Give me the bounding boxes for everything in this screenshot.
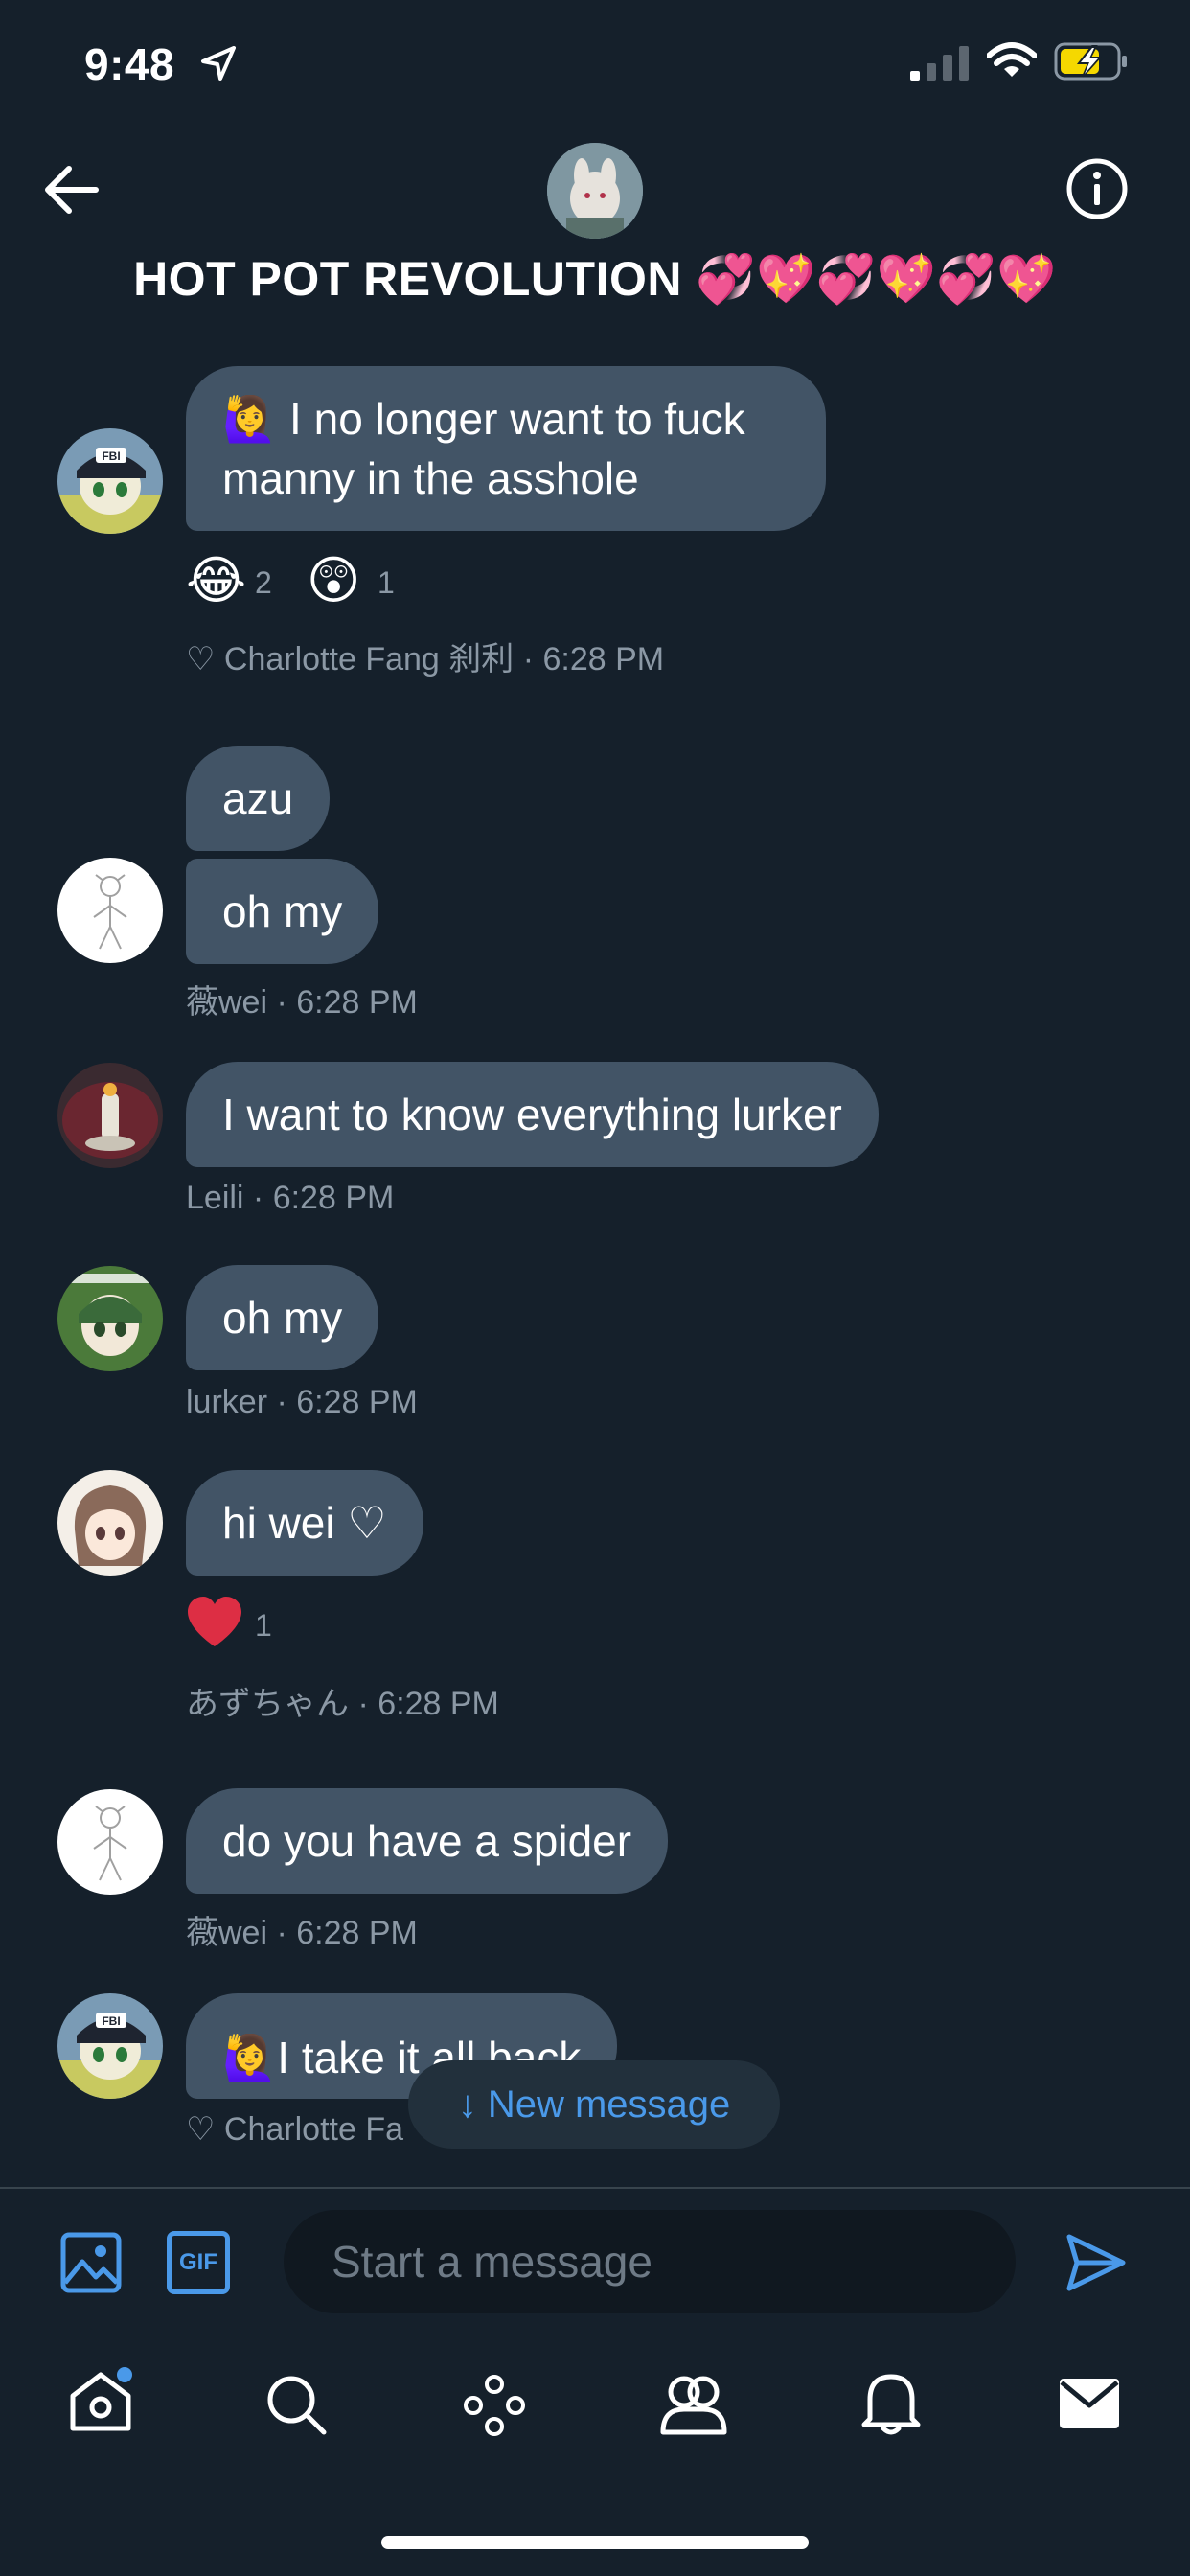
image-icon[interactable] [59, 2231, 123, 2294]
composer-divider [0, 2187, 1190, 2189]
avatar-image: FBI [57, 428, 163, 534]
message-bubble[interactable]: I want to know everything lurker [186, 1062, 879, 1167]
reaction-astonished[interactable]: 😲 [307, 552, 360, 610]
avatar-wei[interactable] [57, 1789, 163, 1895]
avatar-image [57, 858, 163, 963]
avatar-charlotte[interactable]: FBI [57, 1993, 163, 2099]
svg-text:FBI: FBI [102, 2014, 120, 2028]
avatar-image [57, 1789, 163, 1895]
battery-charging-icon [1054, 42, 1127, 80]
heart-icon [188, 1597, 241, 1646]
signal-icon [910, 46, 969, 80]
message-meta: lurker · 6:28 PM [186, 1384, 418, 1420]
message-text: do you have a spider [222, 1816, 632, 1866]
home-icon[interactable] [67, 2367, 134, 2434]
message-text: azu [222, 773, 294, 823]
reaction-count: 1 [255, 1608, 272, 1643]
avatar-leili[interactable] [57, 1063, 163, 1168]
reaction-count: 2 [255, 565, 272, 600]
avatar-wei[interactable] [57, 858, 163, 963]
message-meta: 薇wei · 6:28 PM [186, 1915, 418, 1951]
message-text: I want to know everything lurker [222, 1090, 842, 1139]
group-avatar[interactable] [547, 143, 643, 239]
message-meta: ♡ Charlotte Fang 刹利 · 6:28 PM [186, 641, 665, 678]
message-bubble[interactable]: oh my [186, 859, 379, 964]
message-text: oh my [222, 886, 343, 936]
message-meta: Leili · 6:28 PM [186, 1180, 395, 1216]
message-meta: ♡ Charlotte Fa [186, 2111, 404, 2148]
message-bubble[interactable]: hi wei ♡ [186, 1470, 423, 1576]
send-icon[interactable] [1065, 2233, 1127, 2292]
avatar-image [57, 1470, 163, 1576]
back-arrow-icon[interactable] [42, 163, 100, 217]
mail-icon[interactable] [1058, 2377, 1121, 2430]
message-bubble[interactable]: 🙋‍♀️ I no longer want to fuck manny in t… [186, 366, 826, 531]
conversation-title: HOT POT REVOLUTION 💞💖💞💖💞💖 [133, 252, 1057, 306]
message-bubble[interactable]: azu [186, 746, 331, 851]
reaction-heart[interactable] [186, 1597, 243, 1653]
info-icon[interactable] [1065, 157, 1129, 220]
bell-icon[interactable] [860, 2369, 922, 2436]
new-message-button[interactable]: ↓ New message [408, 2060, 780, 2149]
message-bubble[interactable]: do you have a spider [186, 1788, 669, 1894]
search-icon[interactable] [264, 2373, 328, 2436]
status-time: 9:48 [84, 39, 175, 89]
message-text: oh my [222, 1293, 343, 1343]
location-arrow-icon [201, 46, 236, 80]
avatar-image: FBI [57, 1993, 163, 2099]
avatar-charlotte[interactable]: FBI [57, 428, 163, 534]
message-text: hi wei ♡ [222, 1498, 387, 1548]
wifi-icon [987, 42, 1037, 77]
home-indicator [381, 2536, 809, 2549]
avatar-lurker[interactable] [57, 1266, 163, 1371]
message-bubble[interactable]: oh my [186, 1265, 379, 1370]
spaces-icon[interactable] [462, 2373, 527, 2436]
avatar-azuchan[interactable] [57, 1470, 163, 1576]
svg-text:FBI: FBI [102, 449, 120, 463]
gif-icon[interactable]: GIF [167, 2231, 230, 2294]
avatar-image [57, 1266, 163, 1371]
communities-icon[interactable] [659, 2371, 728, 2436]
message-text: 🙋‍♀️ I no longer want to fuck manny in t… [222, 394, 745, 503]
message-meta: あずちゃん · 6:28 PM [186, 1686, 499, 1722]
group-avatar-image [547, 143, 643, 239]
message-input[interactable]: Start a message [284, 2210, 1016, 2313]
gif-label: GIF [179, 2249, 217, 2275]
message-meta: 薇wei · 6:28 PM [186, 984, 418, 1021]
avatar-image [57, 1063, 163, 1168]
reaction-count: 1 [378, 565, 395, 600]
reaction-laugh[interactable]: 😂 [186, 552, 246, 610]
